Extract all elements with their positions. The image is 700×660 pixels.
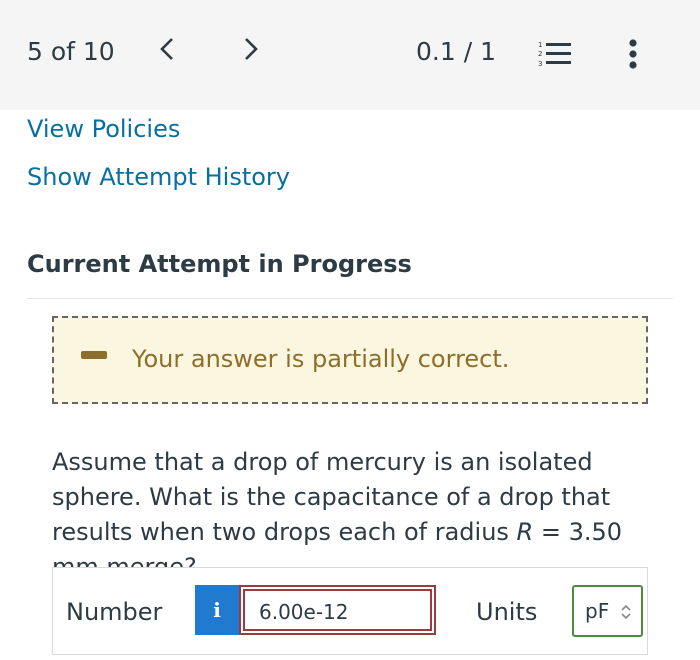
alert-message: Your answer is partially correct. [132,345,510,373]
svg-text:3: 3 [538,60,542,68]
svg-text:2: 2 [538,50,542,58]
units-label: Units [476,598,538,626]
svg-text:1: 1 [538,41,542,49]
question-position: 5 of 10 [27,37,115,66]
view-policies-link[interactable]: View Policies [27,115,180,143]
units-value: pF [585,599,610,623]
select-arrows-icon [621,604,631,620]
partial-correct-alert: Your answer is partially correct. [52,316,648,404]
question-navigation-bar: 5 of 10 0.1 / 1 1 2 3 [0,0,700,110]
question-text: Assume that a drop of mercury is an isol… [52,445,662,585]
units-select[interactable]: pF [572,585,643,637]
number-label: Number [66,598,163,626]
score-display: 0.1 / 1 [416,37,496,66]
number-input-frame: 6.00e-12 [239,585,436,635]
answer-row: Number i 6.00e-12 Units pF [52,567,648,655]
show-attempt-history-link[interactable]: Show Attempt History [27,163,290,191]
chevron-right-icon[interactable] [242,36,260,67]
info-button[interactable]: i [195,585,239,635]
number-input[interactable]: 6.00e-12 [243,589,432,631]
numbered-list-icon[interactable]: 1 2 3 [538,40,572,68]
chevron-left-icon[interactable] [158,36,176,67]
attempt-heading: Current Attempt in Progress [27,250,412,278]
minus-icon [81,351,107,359]
radius-variable: R [516,518,534,546]
divider [27,298,673,299]
vertical-ellipsis-icon[interactable] [622,38,644,70]
